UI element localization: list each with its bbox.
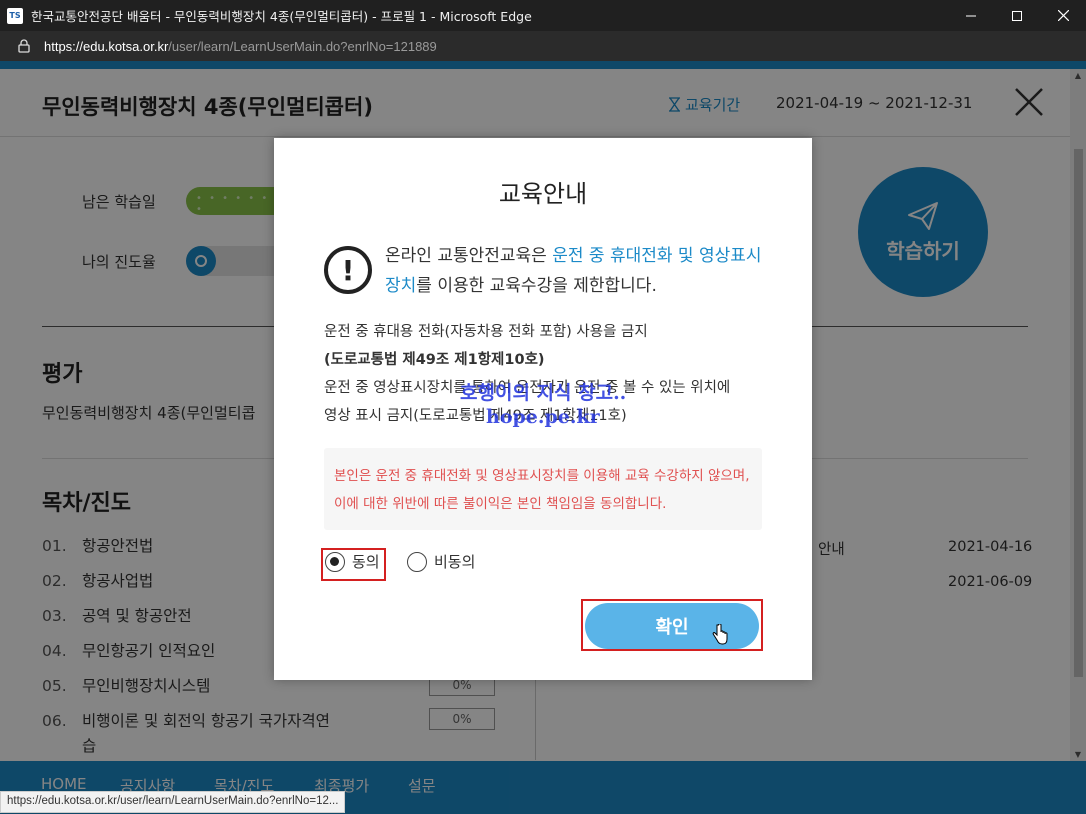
confirm-button[interactable]: 확인 [585, 603, 759, 649]
web-page: 무인동력비행장치 4종(무인멀티콥터) 교육기간 2021-04-19 ~ 20… [0, 61, 1086, 814]
disagree-radio[interactable] [407, 551, 427, 572]
consent-statement: 본인은 운전 중 휴대전화 및 영상표시장치를 이용해 교육 수강하지 않으며,… [324, 448, 762, 530]
minimize-button[interactable] [948, 0, 994, 31]
window-titlebar: TS 한국교통안전공단 배움터 - 무인동력비행장치 4종(무인멀티콥터) - … [0, 0, 1086, 31]
hand-cursor-icon [712, 624, 728, 645]
disagree-label: 비동의 [434, 553, 476, 571]
exclamation-icon: ! [324, 246, 372, 294]
lock-icon [18, 39, 30, 53]
maximize-button[interactable] [994, 0, 1040, 31]
window-close-button[interactable] [1040, 0, 1086, 31]
app-icon: TS [7, 7, 23, 24]
agree-radio-option[interactable]: 동의 [325, 551, 380, 572]
window-controls [948, 0, 1086, 31]
minimize-icon [966, 15, 976, 16]
education-notice-modal: 교육안내 ! 온라인 교통안전교육은 운전 중 휴대전화 및 영상표시장치를 이… [274, 138, 812, 680]
agree-radio[interactable] [325, 551, 345, 572]
close-icon [1057, 10, 1069, 21]
agree-label: 동의 [352, 553, 380, 571]
warning-message: 온라인 교통안전교육은 운전 중 휴대전화 및 영상표시장치를 이용한 교육수강… [385, 246, 762, 296]
url-text[interactable]: https://edu.kotsa.or.kr/user/learn/Learn… [44, 39, 437, 54]
rule-phone-law: (도로교통법 제49조 제1항제10호) [324, 352, 545, 368]
window-title: 한국교통안전공단 배움터 - 무인동력비행장치 4종(무인멀티콥터) - 프로필… [31, 9, 532, 24]
rule-phone: 운전 중 휴대용 전화(자동차용 전화 포함) 사용을 금지 [324, 324, 648, 340]
address-bar[interactable]: https://edu.kotsa.or.kr/user/learn/Learn… [0, 31, 1086, 61]
link-status-bar: https://edu.kotsa.or.kr/user/learn/Learn… [0, 791, 346, 813]
modal-title: 교육안내 [498, 180, 588, 208]
blog-watermark: 호행이의 지식 창고.. hope.pe.kr [460, 382, 627, 428]
maximize-icon [1012, 10, 1022, 21]
disagree-radio-option[interactable]: 비동의 [407, 551, 475, 572]
